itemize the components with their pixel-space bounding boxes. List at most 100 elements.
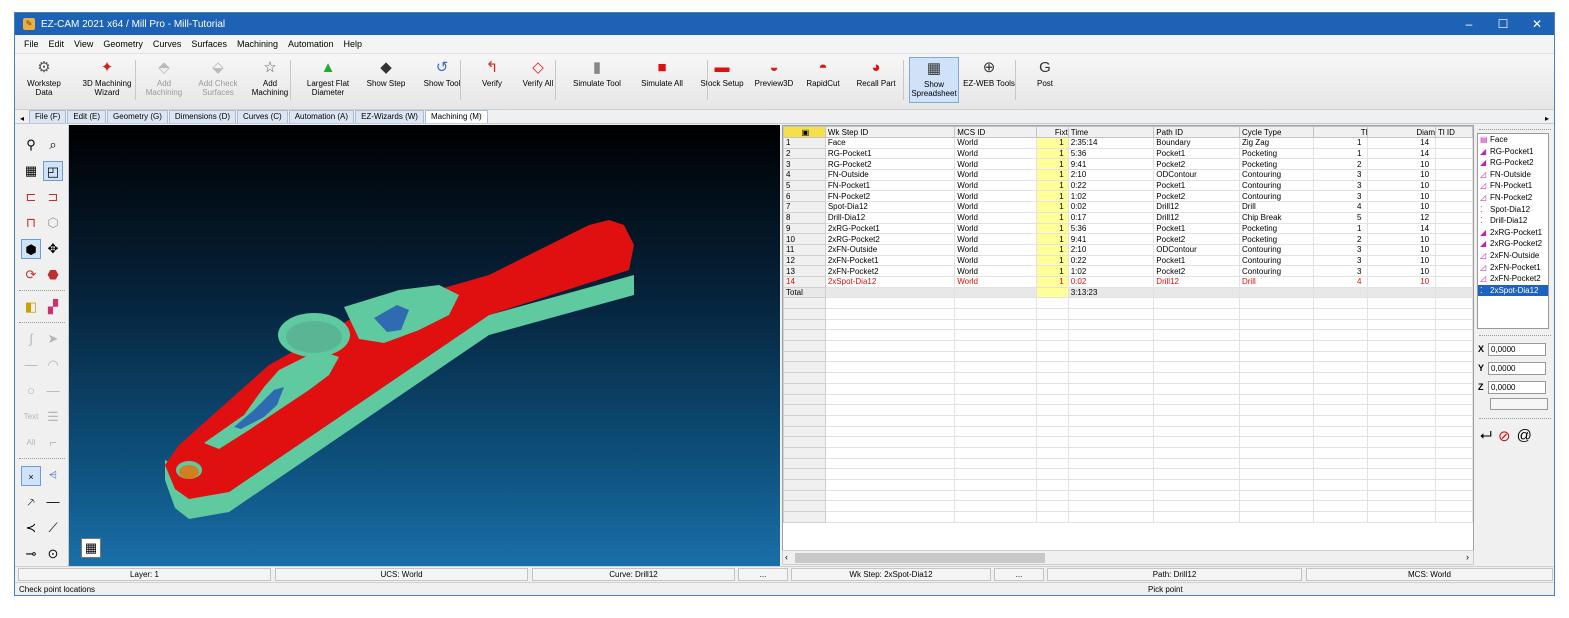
menu-file[interactable]: File [19, 39, 44, 49]
3d-viewport[interactable]: ▦ [69, 125, 780, 566]
tabs-right-arrow-icon[interactable]: ▸ [1540, 114, 1554, 123]
table-row[interactable]: 3 RG-Pocket2 World 1 9:41 Pocket2 Pocketing 2 10 [783, 158, 1473, 171]
column-header[interactable]: Fixt [1035, 126, 1069, 138]
workstep-list-item[interactable]: ◢ RG-Pocket2 [1478, 157, 1548, 169]
table-row[interactable]: 9 2xRG-Pocket1 World 1 5:36 Pocket1 Pocketing 1… [783, 222, 1473, 235]
table-row[interactable]: 6 FN-Pocket2 World 1 1:02 Pocket2 Contouring 3 1… [783, 190, 1473, 203]
tab-geometry[interactable]: Geometry (G) [107, 110, 168, 123]
top-view-icon[interactable]: ◰ [43, 161, 63, 181]
table-row[interactable]: 7 Spot-Dia12 World 1 0:02 Drill12 Drill 4 10 [783, 201, 1473, 213]
z-coordinate-input[interactable] [1488, 380, 1546, 394]
flat-diameter-button[interactable]: ▲ Largest Flat Diameter [297, 59, 359, 97]
status-curve[interactable]: Curve: Drill12 [532, 568, 735, 581]
web-tools-button[interactable]: ⊕ EZ-WEB Tools [959, 59, 1019, 88]
workstep-list-item[interactable]: ◢ RG-Pocket1 [1478, 146, 1548, 158]
workstep-button[interactable]: ⚙ Workstep Data [19, 59, 69, 97]
verify-button[interactable]: ↰ Verify [475, 59, 509, 88]
status-path[interactable]: Path: Drill12 [1047, 568, 1302, 581]
point-icon[interactable]: × [21, 466, 41, 486]
status-mcs[interactable]: MCS: World [1306, 568, 1553, 581]
simulate-all-button[interactable]: ■ Simulate All [631, 59, 693, 88]
solid-icon[interactable]: ⬣ [43, 265, 63, 285]
show-tool-button[interactable]: ↺ Show Tool [413, 59, 471, 88]
workstep-list-item[interactable]: ◢ 2xRG-Pocket1 [1478, 227, 1548, 239]
workstep-list-item[interactable]: ◢ 2xRG-Pocket2 [1478, 238, 1548, 250]
workstep-list-item[interactable]: ◿ 2xFN-Pocket2 [1478, 273, 1548, 285]
menu-help[interactable]: Help [339, 39, 368, 49]
spreadsheet-horizontal-scrollbar[interactable]: ‹ › [782, 550, 1474, 565]
recall-part-button[interactable]: ◕ Recall Part [849, 59, 903, 88]
midpoint-icon[interactable]: ⊸ [21, 544, 41, 564]
workstep-list[interactable]: ▤ Face ◢ RG-Pocket1 ◢ RG-Pocket2 ◿ FN-Outside ◿ F… [1477, 133, 1549, 329]
status-layer[interactable]: Layer: 1 [18, 568, 271, 581]
table-row[interactable]: 10 2xRG-Pocket2 World 1 9:41 Pocket2 Pocketing… [783, 233, 1473, 245]
menu-edit[interactable]: Edit [44, 39, 70, 49]
scrollbar-thumb[interactable] [795, 553, 1045, 563]
check-surfaces-button[interactable]: ⬙ Add Check Surfaces [191, 59, 245, 97]
table-row[interactable]: 1 Face World 1 2:35:14 Boundary Zig Zag 1 14 [783, 137, 1473, 149]
workstep-list-item[interactable]: ⁚ 2xSpot-Dia12 [1478, 284, 1548, 297]
coordinate-extra-field[interactable] [1490, 398, 1548, 410]
table-row[interactable]: 14 2xSpot-Dia12 World 1 0:02 Drill12 Drill 4 10 [783, 275, 1473, 288]
scroll-right-icon[interactable]: › [1466, 552, 1469, 562]
column-header[interactable]: MCS ID [954, 126, 1037, 138]
tab-file[interactable]: File (F) [29, 110, 67, 123]
y-coordinate-input[interactable] [1488, 361, 1546, 375]
workstep-list-item[interactable]: ◿ 2xFN-Pocket1 [1478, 262, 1548, 274]
snap-icon[interactable]: ⩤ [43, 466, 63, 486]
rapidcut-button[interactable]: ◓ RapidCut [801, 59, 845, 88]
layers-icon[interactable]: ◧ [21, 297, 41, 317]
status-workstep-more-button[interactable]: ... [994, 568, 1044, 581]
menu-view[interactable]: View [69, 39, 98, 49]
zoom-extents-icon[interactable]: ⌕ [43, 135, 63, 155]
column-header[interactable]: Cycle Type [1238, 126, 1314, 138]
center-point-icon[interactable]: ⊙ [43, 544, 63, 564]
stock-setup-button[interactable]: ▬ Stock Setup [697, 59, 747, 88]
minimize-button[interactable]: – [1452, 13, 1486, 35]
table-row[interactable]: 8 Drill-Dia12 World 1 0:17 Drill12 Chip Break 5… [783, 211, 1473, 224]
spreadsheet-button[interactable]: ▦ Show Spreadsheet [909, 57, 959, 103]
table-row[interactable]: 11 2xFN-Outside World 1 2:10 ODContour Contour… [783, 243, 1473, 256]
wizard-button[interactable]: ✦ 3D Machining Wizard [75, 59, 139, 97]
table-row[interactable]: 12 2xFN-Pocket1 World 1 0:22 Pocket1 Contourin… [783, 254, 1473, 267]
tab-machining[interactable]: Machining (M) [424, 110, 488, 123]
column-header[interactable]: Tl ID [1435, 126, 1473, 138]
iso-view-icon[interactable]: ⊓ [21, 213, 41, 233]
rotate-icon[interactable]: ⟳ [21, 265, 41, 285]
table-row[interactable]: 2 RG-Pocket1 World 1 5:36 Pocket1 Pocketing 1 14 [783, 147, 1473, 160]
workstep-list-item[interactable]: ◿ FN-Outside [1478, 169, 1548, 181]
tab-automation[interactable]: Automation (A) [288, 110, 355, 123]
status-workstep[interactable]: Wk Step: 2xSpot-Dia12 [791, 568, 991, 581]
menu-machining[interactable]: Machining [232, 39, 283, 49]
column-header[interactable]: Wk Step ID [824, 126, 956, 138]
preview3d-button[interactable]: ◒ Preview3D [751, 59, 797, 88]
tabs-left-arrow-icon[interactable]: ◂ [15, 114, 29, 123]
workstep-list-item[interactable]: ⁚ Drill-Dia12 [1478, 215, 1548, 227]
select-all-corner[interactable]: ▣ [783, 126, 826, 138]
add-machining-button[interactable]: ⬘ Add Machining [141, 59, 187, 97]
menu-geometry[interactable]: Geometry [98, 39, 148, 49]
scroll-left-icon[interactable]: ‹ [785, 552, 788, 562]
menu-automation[interactable]: Automation [283, 39, 339, 49]
workstep-list-item[interactable]: ◿ 2xFN-Outside [1478, 250, 1548, 262]
workstep-list-item[interactable]: ◿ FN-Pocket1 [1478, 180, 1548, 192]
extend-icon[interactable]: — [43, 492, 63, 512]
colors-icon[interactable]: ▞ [43, 297, 63, 317]
break-icon[interactable]: ≺ [21, 518, 41, 538]
x-coordinate-input[interactable] [1488, 342, 1546, 356]
tab-dimensions[interactable]: Dimensions (D) [168, 110, 237, 123]
workstep-list-item[interactable]: ◿ FN-Pocket2 [1478, 192, 1548, 204]
tab-curves[interactable]: Curves (C) [237, 110, 288, 123]
close-button[interactable]: ✕ [1520, 13, 1554, 35]
simulate-tool-button[interactable]: ▮ Simulate Tool [567, 59, 627, 88]
shaded-view-icon[interactable]: ⬢ [21, 239, 41, 259]
status-curve-more-button[interactable]: ... [738, 568, 788, 581]
show-step-button[interactable]: ◆ Show Step [363, 59, 409, 88]
at-icon[interactable]: @ [1517, 427, 1532, 445]
tab-edit[interactable]: Edit (E) [67, 110, 106, 123]
status-ucs[interactable]: UCS: World [275, 568, 528, 581]
intersect-icon[interactable]: ⟋ [43, 518, 63, 538]
tab-ez-wizards[interactable]: EZ-Wizards (W) [355, 110, 424, 123]
side-view-icon[interactable]: ⊐ [43, 187, 63, 207]
viewport-grid-icon[interactable]: ▦ [81, 538, 101, 558]
